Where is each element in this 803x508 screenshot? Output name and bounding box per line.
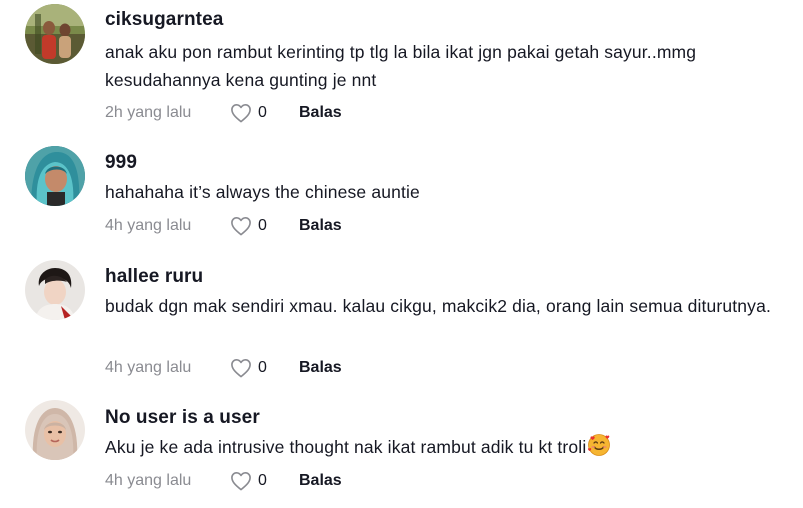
like-button[interactable]: 0	[230, 471, 299, 491]
comment-meta: 4h yang lalu 0 Balas	[105, 356, 342, 380]
like-button[interactable]: 0	[230, 216, 299, 236]
like-count: 0	[258, 472, 267, 489]
like-count: 0	[258, 217, 267, 234]
comment-text: hahahaha it’s always the chinese auntie	[105, 182, 420, 202]
comment-meta: 4h yang lalu 0 Balas	[105, 469, 342, 493]
comment-username[interactable]: 999	[105, 152, 137, 174]
reply-button[interactable]: Balas	[299, 359, 342, 377]
comment-meta: 4h yang lalu 0 Balas	[105, 214, 342, 238]
avatar[interactable]	[25, 400, 85, 460]
reply-button[interactable]: Balas	[299, 472, 342, 490]
heart-outline-icon	[231, 359, 251, 378]
comment-text-content: Aku je ke ada intrusive thought nak ikat…	[105, 437, 587, 457]
comment-username[interactable]: ciksugarntea	[105, 9, 223, 31]
comment-timestamp: 2h yang lalu	[105, 104, 192, 121]
heart-outline-icon	[231, 217, 251, 236]
avatar[interactable]	[25, 146, 85, 206]
comment-text: anak aku pon rambut kerinting tp tlg la …	[105, 42, 697, 90]
like-button[interactable]: 0	[230, 103, 299, 123]
comment-timestamp: 4h yang lalu	[105, 217, 192, 234]
comment-list: ciksugarntea anak aku pon rambut kerinti…	[0, 0, 803, 508]
like-count: 0	[258, 359, 267, 376]
reply-button[interactable]: Balas	[299, 217, 342, 235]
comment-text: budak dgn mak sendiri xmau. kalau cikgu,…	[105, 296, 771, 316]
reply-button[interactable]: Balas	[299, 104, 342, 122]
like-button[interactable]: 0	[230, 358, 299, 378]
comment-username[interactable]: hallee ruru	[105, 266, 203, 288]
smiling-face-with-hearts-icon	[587, 433, 611, 465]
heart-outline-icon	[231, 472, 251, 491]
comment-timestamp: 4h yang lalu	[105, 359, 192, 376]
avatar[interactable]	[25, 4, 85, 64]
comment-username[interactable]: No user is a user	[105, 407, 260, 429]
comment-timestamp: 4h yang lalu	[105, 472, 192, 489]
like-count: 0	[258, 104, 267, 121]
avatar[interactable]	[25, 260, 85, 320]
comment-text: Aku je ke ada intrusive thought nak ikat…	[105, 433, 785, 465]
comment-meta: 2h yang lalu 0 Balas	[105, 101, 342, 125]
heart-outline-icon	[231, 104, 251, 123]
